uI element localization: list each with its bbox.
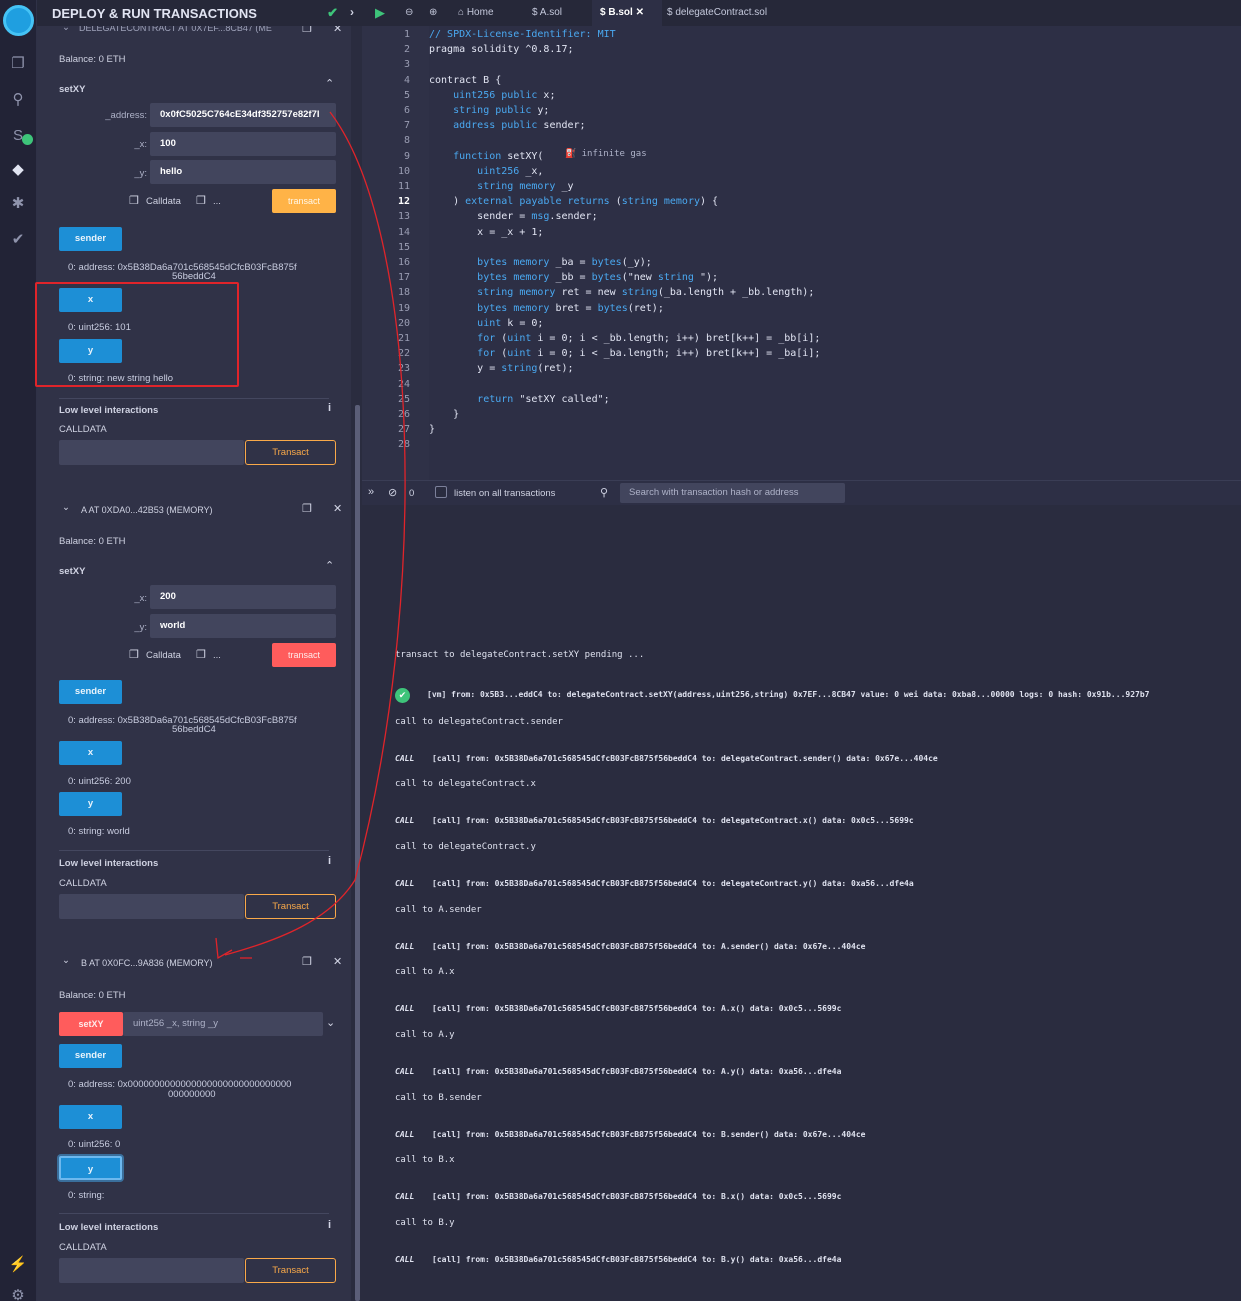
remix-ide: ❐ ⚲ S ◆ ✱ ✔ ⚡ ⚙ DEPLOY & RUN TRANSACTION…	[0, 0, 1241, 1301]
annotation-arrow	[215, 111, 406, 960]
